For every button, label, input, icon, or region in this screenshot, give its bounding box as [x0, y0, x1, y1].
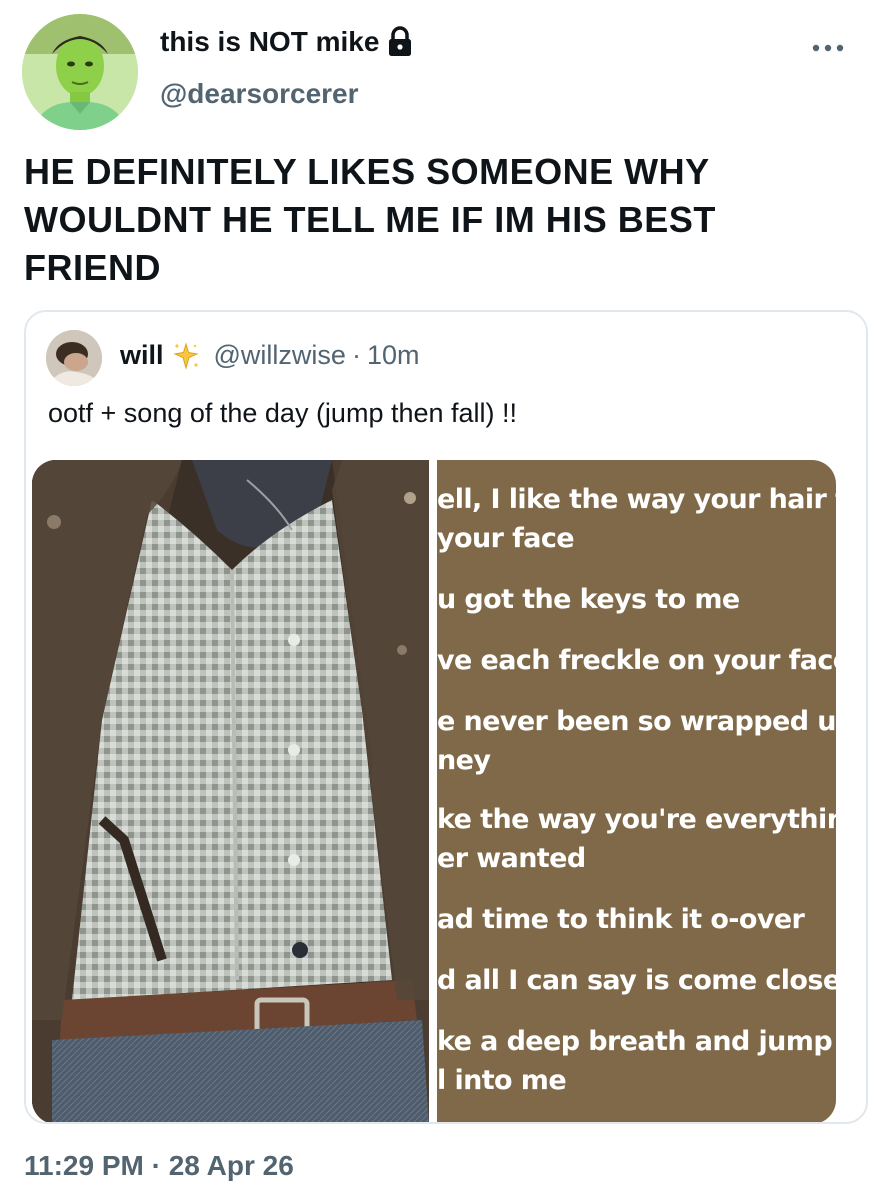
lyric-line: e never been so wrapped up,: [437, 706, 836, 737]
quote-time[interactable]: 10m: [367, 340, 420, 371]
lyrics-image[interactable]: ell, I like the way your hair fall your …: [437, 460, 836, 1122]
quoted-tweet[interactable]: will @willzwise · 10m ootf + song of the…: [24, 310, 868, 1124]
outfit-photo[interactable]: [32, 460, 429, 1122]
tweet: this is NOT mike @dearsorcerer HE DEFINI…: [0, 0, 875, 1200]
lyric-line: ke a deep breath and jump th: [437, 1026, 836, 1057]
quote-header: will @willzwise · 10m: [120, 340, 419, 371]
tweet-text: HE DEFINITELY LIKES SOMEONE WHY WOULDNT …: [24, 148, 824, 292]
quote-author-name[interactable]: will: [120, 340, 164, 371]
author-name-text: this is NOT mike: [160, 26, 380, 57]
author-avatar-image: [22, 14, 138, 130]
author-display-name[interactable]: this is NOT mike: [160, 26, 415, 58]
quote-author-handle[interactable]: @willzwise: [214, 340, 346, 371]
author-handle[interactable]: @dearsorcerer: [160, 78, 359, 110]
lyric-line: d all I can say is come closer: [437, 965, 836, 996]
tweet-text-line: FRIEND: [24, 247, 161, 288]
outfit-photo-image: [32, 460, 429, 1122]
separator-dot: ·: [351, 340, 361, 370]
quote-text: ootf + song of the day (jump then fall) …: [48, 398, 518, 428]
lyric-line: ve each freckle on your face,: [437, 645, 836, 676]
quote-author-avatar[interactable]: [46, 330, 102, 386]
quote-avatar-image: [46, 330, 102, 386]
tweet-text-line: HE DEFINITELY LIKES SOMEONE WHY: [24, 151, 710, 192]
media-divider: [429, 460, 437, 1122]
lyric-line: u got the keys to me: [437, 584, 740, 615]
lyric-line: er wanted: [437, 843, 586, 874]
lyric-line: your face: [437, 523, 575, 554]
more-options-icon[interactable]: [808, 36, 848, 60]
lyric-line: ney: [437, 745, 491, 776]
lock-icon: [385, 26, 415, 58]
tweet-text-line: WOULDNT HE TELL ME IF IM HIS BEST: [24, 199, 716, 240]
tweet-timestamp[interactable]: 11:29 PM · 28 Apr 26: [24, 1150, 294, 1182]
lyric-line: ke the way you're everything: [437, 804, 836, 835]
quote-media[interactable]: ell, I like the way your hair fall your …: [32, 460, 836, 1122]
lyric-line: l into me: [437, 1065, 567, 1096]
lyric-line: ad time to think it o-over: [437, 904, 805, 935]
sparkle-icon: [172, 341, 200, 370]
author-avatar[interactable]: [22, 14, 138, 130]
lyric-line: ell, I like the way your hair fall: [437, 484, 836, 515]
